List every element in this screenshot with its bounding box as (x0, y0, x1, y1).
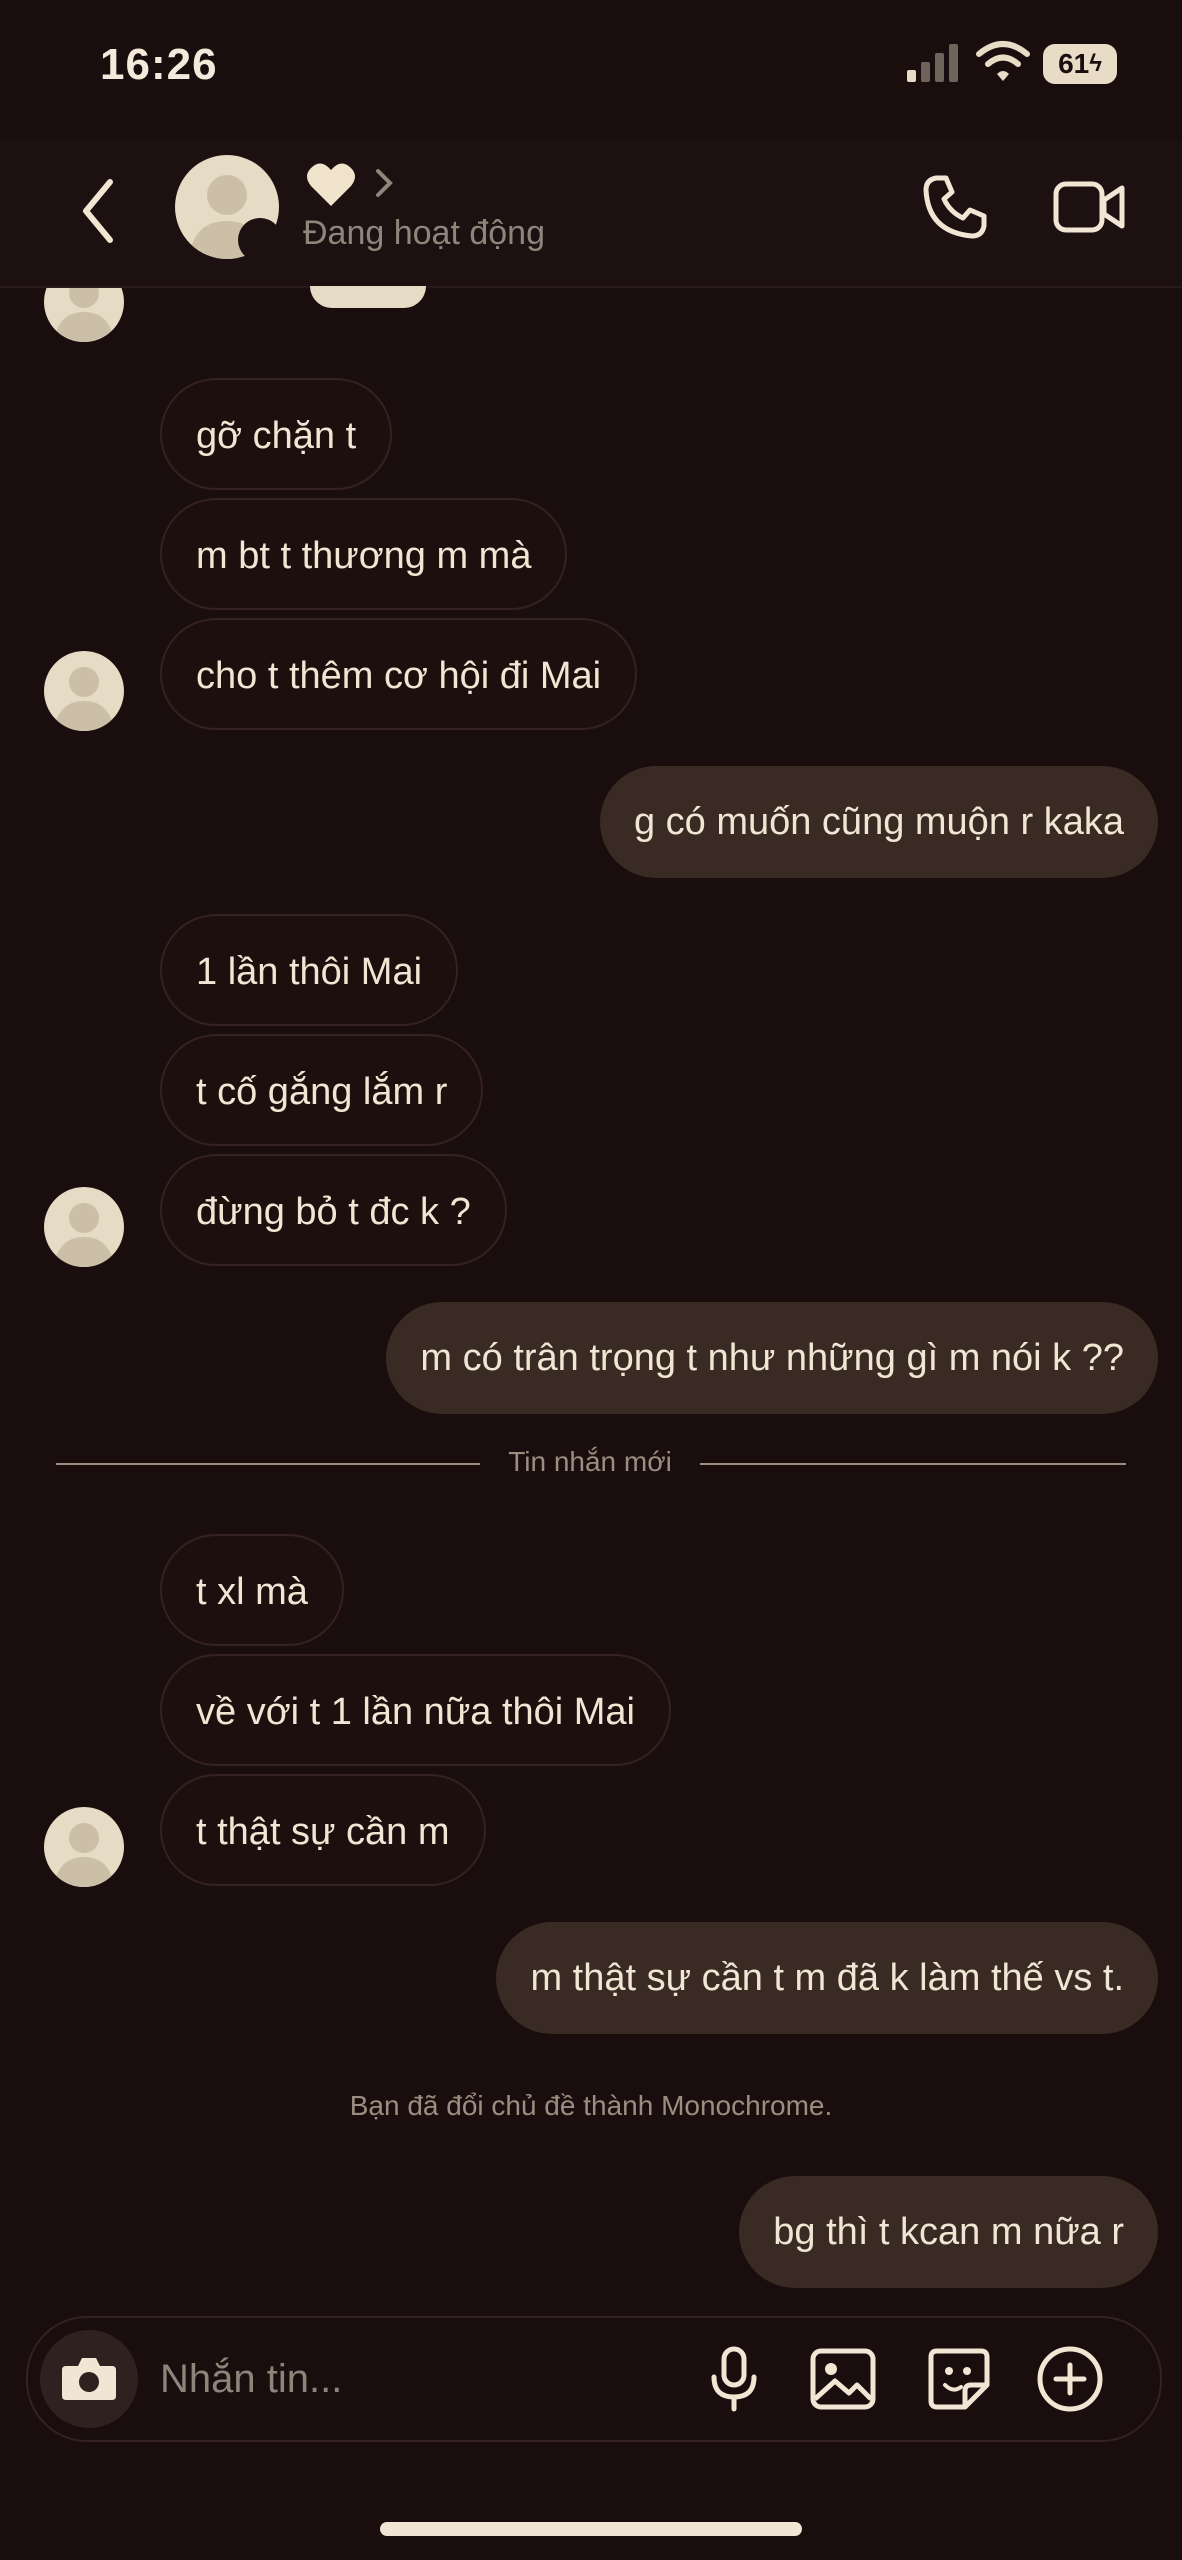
message-bubble-incoming[interactable]: t thật sự cần m (160, 1774, 486, 1886)
message-bubble-incoming[interactable]: t cố gắng lắm r (160, 1034, 484, 1146)
sender-avatar[interactable] (44, 1187, 124, 1267)
phone-icon[interactable] (920, 172, 990, 242)
message-bubble-outgoing[interactable]: g có muốn cũng muộn r kaka (599, 766, 1158, 878)
wifi-icon (976, 41, 1030, 81)
person-silhouette-icon (54, 1823, 114, 1887)
message-bubble-outgoing[interactable]: m có trân trọng t như những gì m nói k ?… (386, 1302, 1158, 1414)
sticker-icon[interactable] (923, 2343, 995, 2415)
battery-indicator: 61 ϟ (1043, 44, 1117, 84)
sender-avatar[interactable] (44, 1807, 124, 1887)
battery-level: 61 (1058, 48, 1090, 79)
message-bubble-incoming[interactable]: t xl mà (160, 1534, 344, 1646)
sender-avatar[interactable] (44, 651, 124, 731)
divider-line-right (700, 1463, 1126, 1465)
person-silhouette-icon (54, 667, 114, 731)
system-message: Bạn đã đổi chủ đề thành Monochrome. (349, 2090, 833, 2121)
video-camera-icon[interactable] (1052, 176, 1126, 238)
divider-line-left (56, 1463, 480, 1465)
message-bubble-incoming[interactable]: về với t 1 lần nữa thôi Mai (160, 1654, 672, 1766)
chevron-left-icon[interactable] (78, 176, 118, 246)
camera-icon (62, 2358, 116, 2400)
plus-icon[interactable] (1034, 2343, 1106, 2415)
message-input[interactable]: Nhắn tin... (160, 2318, 342, 2440)
message-bubble-incoming[interactable]: gỡ chặn t (160, 378, 393, 490)
message-bubble-incoming[interactable]: m bt t thương m mà (160, 498, 568, 610)
status-bar: 16:26 61 ϟ (0, 0, 1182, 140)
message-bubble-outgoing[interactable]: bg thì t kcan m nữa r (739, 2176, 1158, 2288)
signal-icon (907, 44, 958, 82)
new-messages-label: Tin nhắn mới (508, 1446, 672, 1477)
heart-icon[interactable] (305, 160, 357, 208)
message-bubble-incoming[interactable]: 1 lần thôi Mai (160, 914, 459, 1026)
home-indicator[interactable] (380, 2522, 802, 2536)
charging-bolt-icon: ϟ (1089, 50, 1102, 77)
message-bubble-outgoing[interactable]: m thật sự cần t m đã k làm thế vs t. (496, 1922, 1158, 2034)
message-bubble-incoming[interactable]: đừng bỏ t đc k ? (160, 1154, 507, 1266)
chevron-right-icon[interactable] (372, 165, 396, 201)
avatar-badge (238, 218, 282, 262)
chat-header: Đang hoạt động (0, 140, 1182, 288)
camera-button[interactable] (40, 2330, 138, 2428)
message-composer: Nhắn tin... (26, 2316, 1162, 2442)
shared-image-fragment[interactable] (310, 286, 426, 308)
person-silhouette-icon (54, 1203, 114, 1267)
status-time: 16:26 (100, 40, 218, 89)
contact-status: Đang hoạt động (303, 214, 545, 252)
microphone-icon[interactable] (698, 2343, 770, 2415)
image-icon[interactable] (807, 2343, 879, 2415)
message-bubble-incoming[interactable]: cho t thêm cơ hội đi Mai (160, 618, 638, 730)
